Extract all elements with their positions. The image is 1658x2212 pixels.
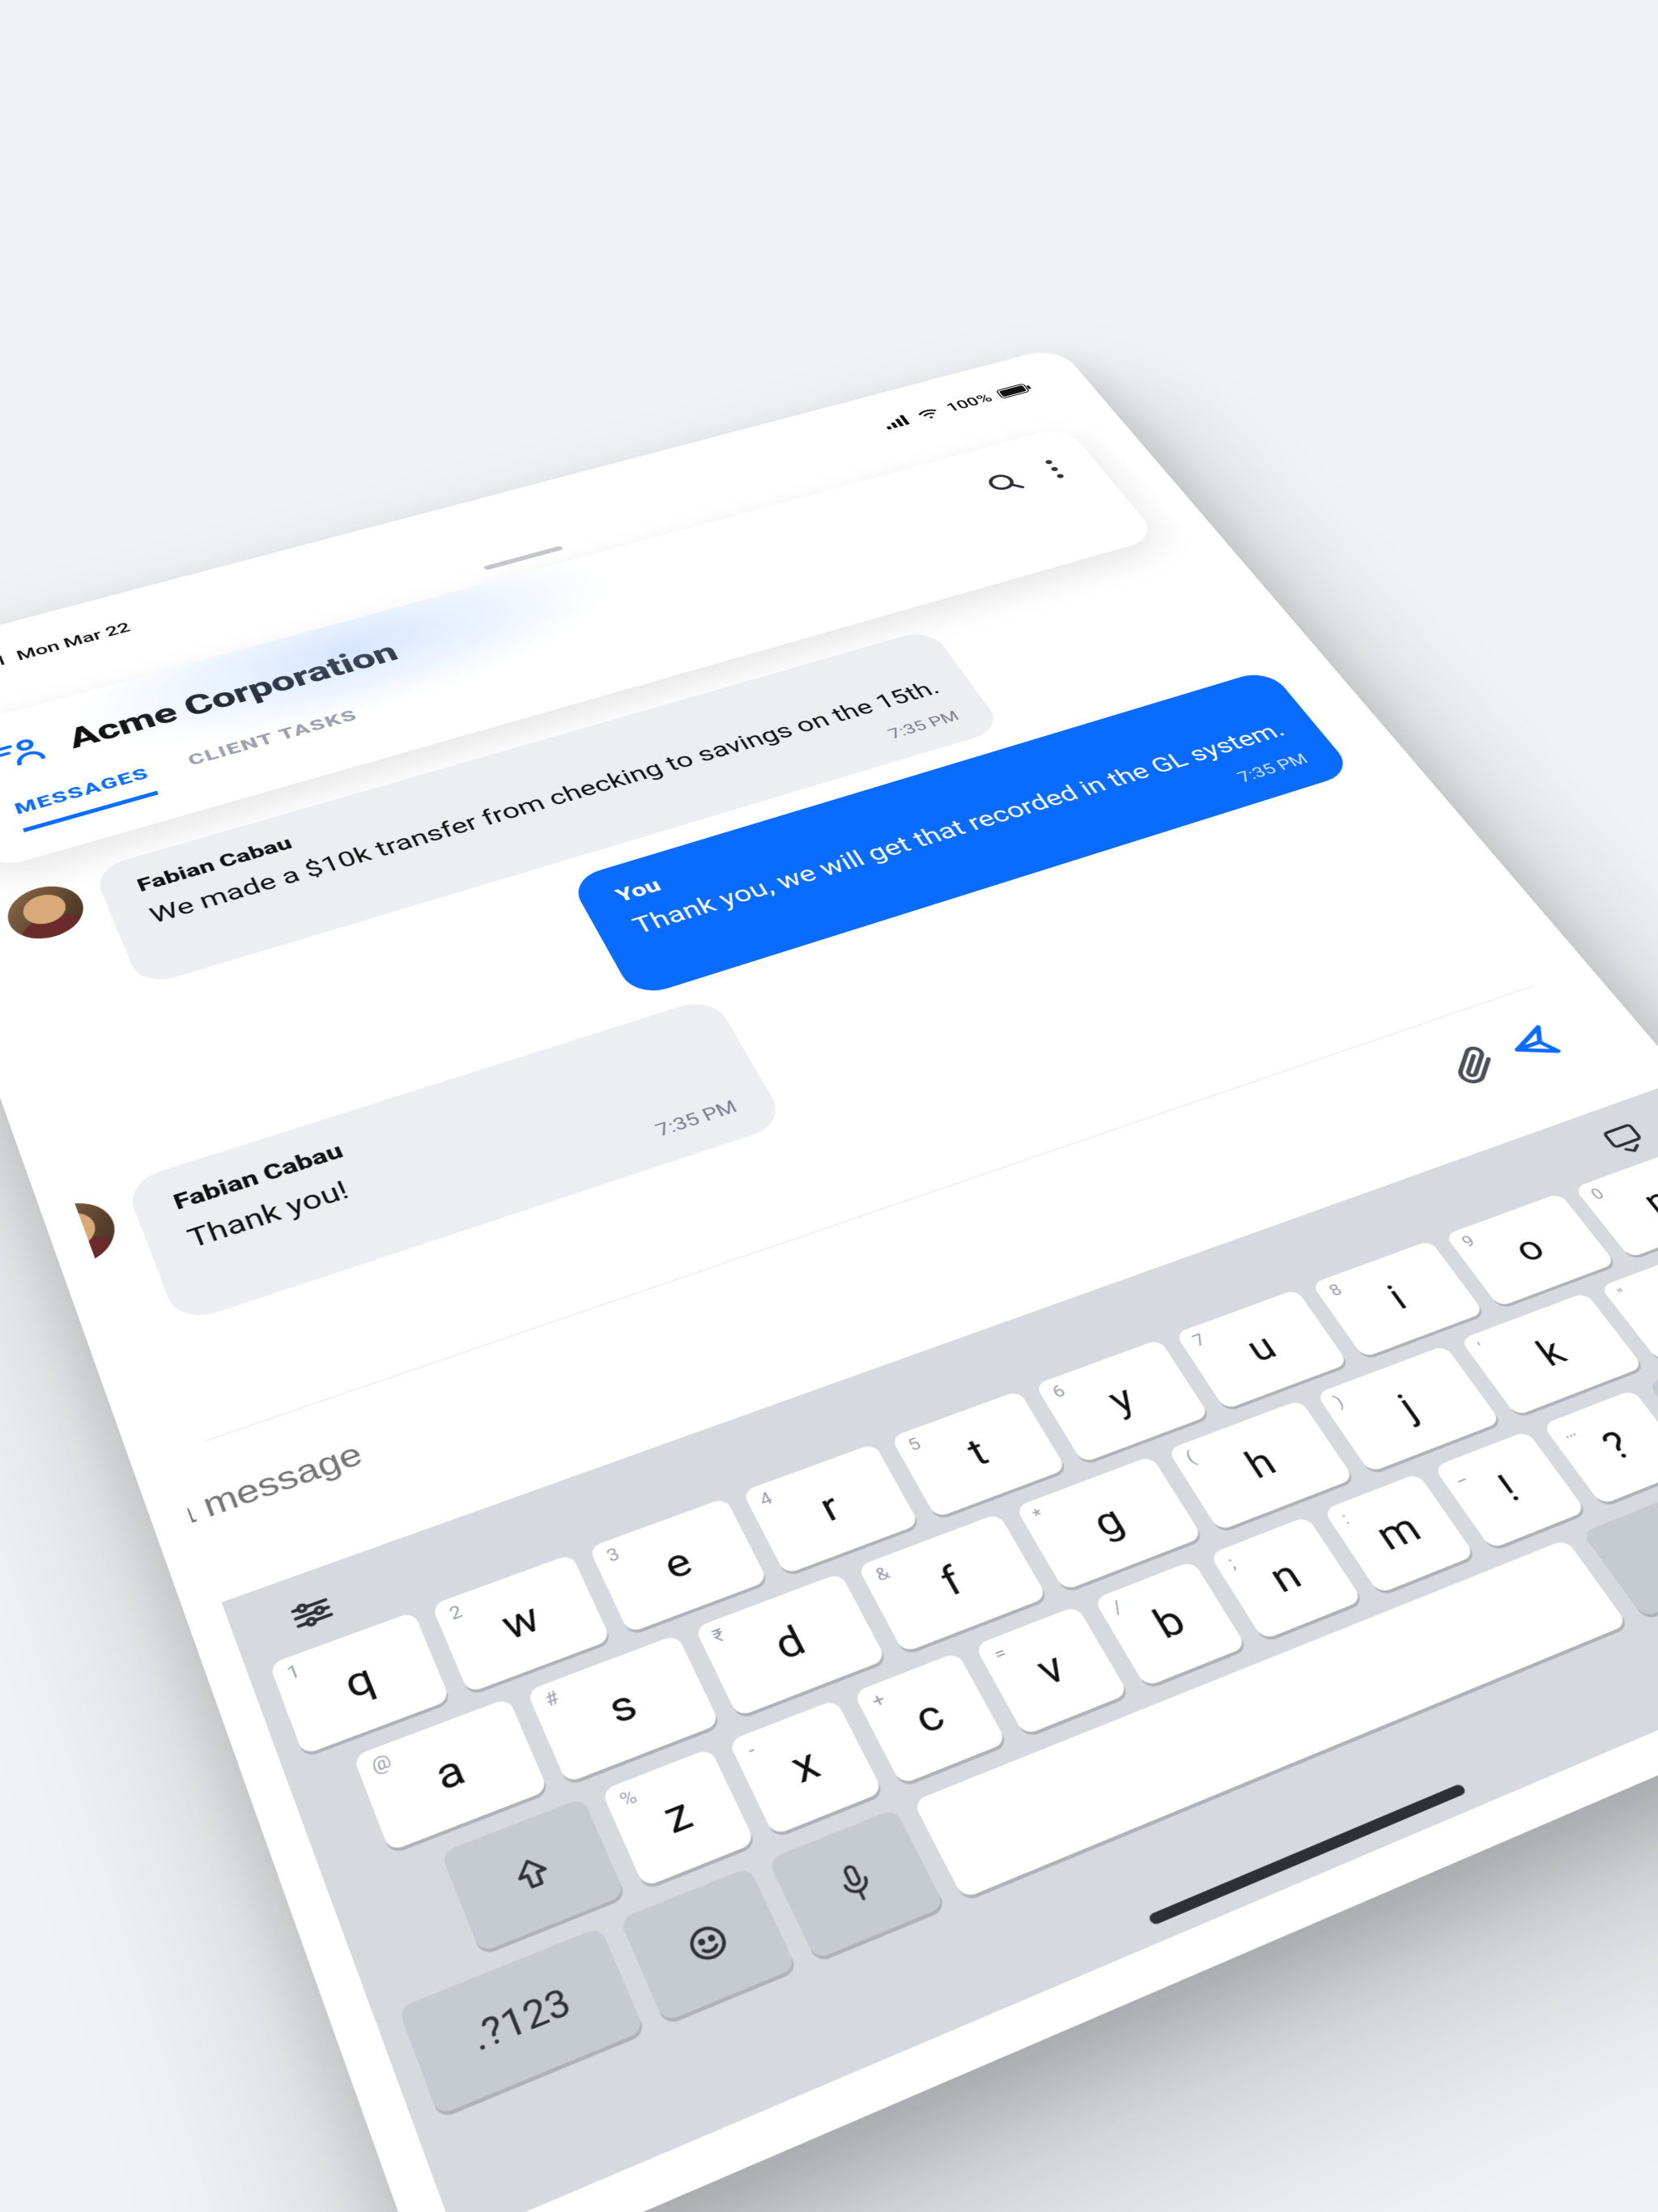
home-indicator[interactable] [1147, 1784, 1467, 1926]
screen: 5:54 PM Mon Mar 22 100% [0, 368, 1658, 2212]
search-icon[interactable] [980, 469, 1029, 498]
key-mic[interactable] [768, 1809, 945, 1960]
key-x[interactable]: -x [729, 1699, 883, 1836]
status-date: Mon Mar 22 [14, 619, 133, 664]
battery-percent: 100% [942, 391, 995, 415]
avatar[interactable] [23, 1193, 124, 1277]
more-menu-icon[interactable] [1044, 460, 1065, 479]
key-z[interactable]: %z [602, 1748, 756, 1887]
key-emoji[interactable] [619, 1867, 797, 2023]
keyboard-settings-icon[interactable] [283, 1588, 341, 1639]
key-v[interactable]: =v [975, 1606, 1129, 1736]
people-icon [0, 732, 51, 776]
cellular-icon [881, 415, 912, 430]
tab-messages[interactable]: MESSAGES [11, 764, 158, 832]
attachment-icon[interactable] [1439, 1042, 1507, 1089]
key-b[interactable]: /b [1094, 1561, 1247, 1688]
tablet-frame: 5:54 PM Mon Mar 22 100% [0, 347, 1658, 2212]
keyboard-collapse-icon[interactable] [1596, 1119, 1652, 1159]
battery-icon [996, 384, 1031, 400]
status-time: 5:54 PM [0, 653, 7, 688]
send-icon[interactable] [1499, 1022, 1567, 1069]
avatar[interactable] [0, 878, 91, 947]
wifi-icon [913, 406, 943, 422]
key-c[interactable]: +c [853, 1653, 1007, 1785]
